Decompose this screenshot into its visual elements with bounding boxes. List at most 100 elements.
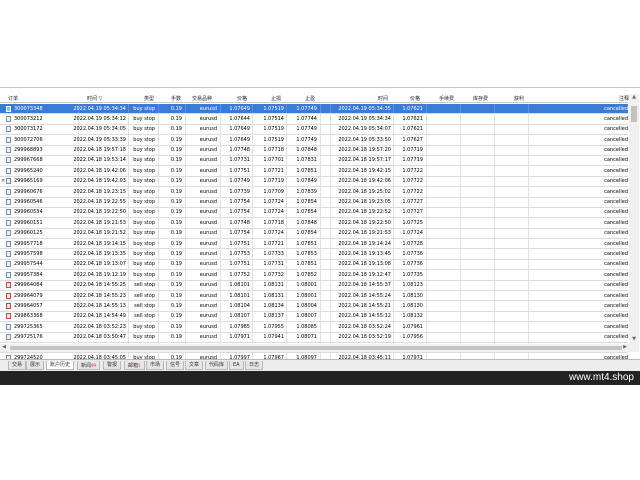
tab-12[interactable]: 日志: [245, 361, 264, 370]
header-price[interactable]: 价格: [237, 95, 247, 102]
column-divider: [220, 301, 221, 311]
tab-7[interactable]: 市场: [146, 361, 165, 370]
header-type[interactable]: 类型: [144, 95, 154, 102]
table-row[interactable]: 299957384 2022.04.18 19:12:19 buy stop 0.19…: [0, 270, 628, 281]
table-row[interactable]: 299960534 2022.04.18 19:22:50 buy stop 0.19…: [0, 207, 628, 219]
column-divider: [286, 104, 287, 114]
tab-label: 代码库: [209, 362, 225, 368]
tab-2[interactable]: 展示: [26, 361, 45, 370]
cell-time: 2022.04.18 19:57:18: [73, 147, 126, 154]
header-ticket[interactable]: 订单: [8, 95, 18, 102]
order-doc-icon: [6, 323, 11, 330]
table-row[interactable]: 299964079 2022.04.18 14:55:23 sell stop 0.1…: [0, 291, 628, 302]
column-divider: [426, 124, 427, 135]
column-divider: [330, 166, 331, 176]
table-row[interactable]: 299957718 2022.04.18 19:14:15 buy stop 0.19…: [0, 239, 628, 250]
cell-type: buy stop: [133, 126, 155, 133]
tab-label: 展示: [30, 362, 41, 368]
table-row[interactable]: 299964084 2022.04.18 14:55:25 sell stop 0.1…: [0, 280, 628, 292]
order-doc-icon: [6, 334, 11, 341]
table-row[interactable]: 300072706 2022.04.19 05:33:39 buy stop 0.19…: [0, 135, 628, 146]
cell-volume: 0.19: [170, 334, 182, 341]
hscroll-thumb[interactable]: [10, 346, 622, 350]
header-commission[interactable]: 手续费: [439, 95, 454, 102]
order-doc-icon: [6, 136, 11, 143]
cell-type: buy stop: [133, 136, 155, 143]
scroll-right-icon[interactable]: ▶: [621, 344, 629, 352]
cell-price: 1.08101: [229, 292, 250, 299]
header-comment[interactable]: 注释: [619, 95, 629, 102]
tab-9[interactable]: 文章: [185, 361, 204, 370]
header-sl[interactable]: 止损: [271, 95, 281, 102]
column-divider: [393, 332, 394, 342]
table-row[interactable]: 300073348 2022.04.19 05:34:34 buy stop 0.19…: [0, 104, 628, 115]
tab-11[interactable]: EA: [229, 361, 244, 370]
tab-10[interactable]: 代码库: [205, 361, 229, 370]
header-tp[interactable]: 止盈: [305, 95, 315, 102]
column-divider: [426, 301, 427, 311]
tab-6[interactable]: 邮箱5: [124, 361, 145, 370]
table-row[interactable]: 299957544 2022.04.18 19:13:07 buy stop 0.19…: [0, 259, 628, 271]
table-row[interactable]: 299725365 2022.04.18 03:52:23 buy stop 0.19…: [0, 322, 628, 333]
cell-volume: 0.19: [170, 209, 182, 216]
scroll-thumb[interactable]: [631, 106, 637, 122]
table-row[interactable]: 299960125 2022.04.18 19:21:52 buy stop 0.19…: [0, 228, 628, 240]
table-row[interactable]: 299957598 2022.04.18 19:13:35 buy stop 0.19…: [0, 249, 628, 260]
cell-close-time: 2022.04.18 14:55:37: [338, 282, 391, 289]
tab-5[interactable]: 警报: [103, 361, 122, 370]
header-close-time[interactable]: 时间: [378, 95, 388, 102]
column-divider: [426, 135, 427, 145]
scroll-down-icon[interactable]: ▼: [629, 336, 639, 344]
column-divider: [528, 259, 529, 270]
column-divider: [128, 114, 129, 124]
header-time[interactable]: 时间 ▽: [87, 95, 102, 102]
header-volume[interactable]: 手数: [171, 95, 181, 102]
table-row[interactable]: 299965169 2022.04.18 19:42:03 buy stop 0.19…: [0, 176, 628, 188]
tab-4[interactable]: 新闻99: [77, 361, 101, 370]
column-divider: [460, 166, 461, 176]
column-divider: [128, 239, 129, 249]
cell-comment: cancelled: [604, 240, 628, 247]
column-divider: [220, 114, 221, 124]
column-divider: [286, 332, 287, 342]
scroll-up-icon[interactable]: ▲: [629, 94, 639, 102]
header-symbol[interactable]: 交易品种: [192, 95, 212, 102]
column-divider: [330, 207, 331, 218]
table-row[interactable]: 300073212 2022.04.19 05:34:12 buy stop 0.19…: [0, 114, 628, 125]
table-row[interactable]: 299965240 2022.04.18 19:42:06 buy stop 0.19…: [0, 166, 628, 177]
column-divider: [393, 145, 394, 155]
column-divider: [320, 239, 321, 249]
vertical-scrollbar[interactable]: ▲ ▼: [629, 94, 639, 352]
cell-close-price: 1.07627: [402, 136, 423, 143]
table-row[interactable]: 299863368 2022.04.18 14:54:49 sell stop 0.1…: [0, 311, 628, 323]
table-row[interactable]: 300073172 2022.04.19 05:34:05 buy stop 0.19…: [0, 124, 628, 136]
column-divider: [320, 176, 321, 187]
cell-close-price: 1.07621: [402, 126, 423, 133]
tab-1[interactable]: 交易: [8, 361, 27, 370]
table-row[interactable]: 299960676 2022.04.18 19:23:15 buy stop 0.19…: [0, 187, 628, 198]
cell-tp: 1.07848: [296, 219, 317, 226]
cell-type: buy stop: [133, 323, 155, 330]
cell-close-time: 2022.04.18 19:42:15: [338, 167, 391, 174]
table-row[interactable]: 299968893 2022.04.18 19:57:18 buy stop 0.19…: [0, 145, 628, 156]
table-row[interactable]: 299960151 2022.04.18 19:21:53 buy stop 0.19…: [0, 218, 628, 229]
table-row[interactable]: 299967668 2022.04.18 19:53:14 buy stop 0.19…: [0, 155, 628, 167]
scroll-left-icon[interactable]: ◀: [0, 344, 8, 352]
header-close-price[interactable]: 价格: [410, 95, 420, 102]
cell-comment: cancelled: [604, 105, 628, 112]
table-row[interactable]: 299725176 2022.04.18 03:50:47 buy stop 0.19…: [0, 332, 628, 343]
horizontal-scrollbar[interactable]: ◀ ▶: [0, 344, 629, 352]
cell-sl: 1.07941: [263, 334, 284, 341]
table-row[interactable]: 299964057 2022.04.18 14:55:13 sell stop 0.1…: [0, 301, 628, 312]
header-profit[interactable]: 获利: [514, 95, 524, 102]
cell-volume: 0.19: [170, 199, 182, 206]
order-doc-icon: [6, 199, 11, 206]
table-row[interactable]: 299960546 2022.04.18 19:22:55 buy stop 0.19…: [0, 197, 628, 208]
column-divider: [286, 135, 287, 145]
header-swap[interactable]: 库存费: [473, 95, 488, 102]
column-divider: [185, 207, 186, 218]
column-divider: [128, 135, 129, 145]
tab-3[interactable]: 账户历史: [46, 361, 75, 370]
tab-8[interactable]: 信号: [166, 361, 185, 370]
column-divider: [252, 218, 253, 228]
